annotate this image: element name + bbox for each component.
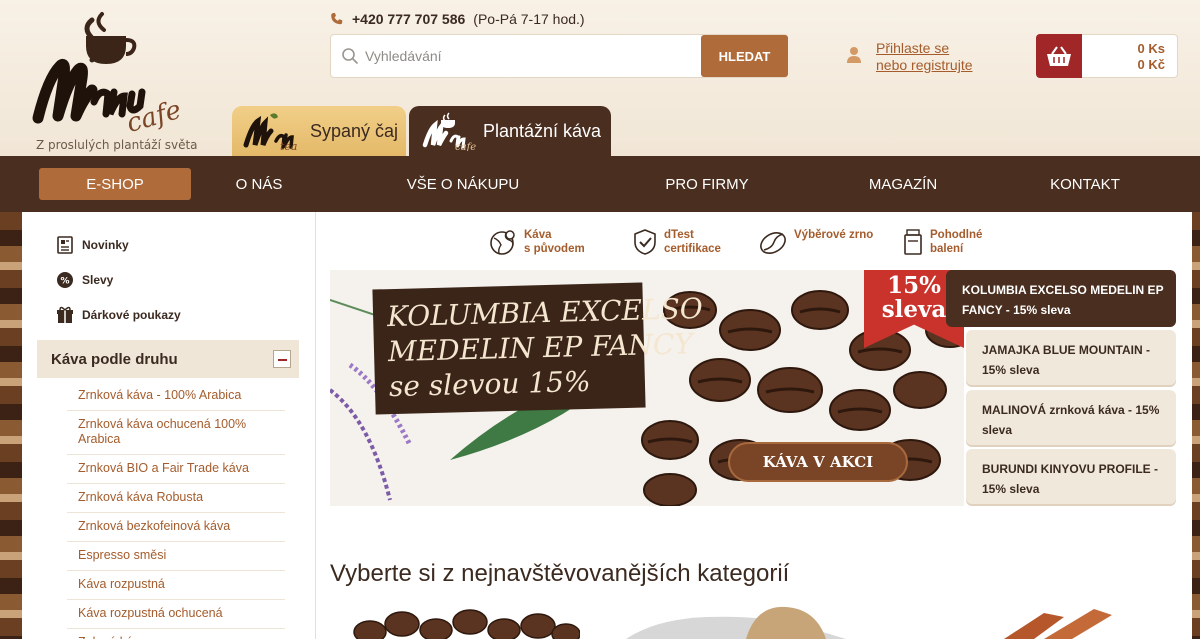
phone-icon	[331, 13, 343, 25]
user-icon	[847, 47, 861, 63]
newspaper-icon	[57, 236, 73, 254]
cart-widget[interactable]: 0 Ks 0 Kč	[1036, 34, 1178, 78]
feature-line1: Výběrové zrno	[794, 229, 874, 241]
category-item[interactable]: Zrnková bezkofeinová káva	[67, 513, 285, 542]
category-list: Zrnková káva - 100% Arabica Zrnková káva…	[67, 382, 285, 639]
category-header[interactable]: Káva podle druhu	[37, 340, 299, 378]
tab-loose-tea-label: Sypaný čaj	[310, 120, 399, 141]
svg-text:tea: tea	[280, 140, 298, 151]
search-bar: HLEDAT	[330, 34, 788, 78]
banner-cta-button[interactable]: KÁVA V AKCI	[728, 442, 908, 482]
category-item[interactable]: Káva rozpustná ochucená	[67, 600, 285, 629]
category-item[interactable]: Zrnková káva - 100% Arabica	[67, 382, 285, 411]
feature-line1: dTest	[664, 229, 694, 241]
feature-line2: certifikace	[664, 243, 721, 255]
contact-phone: +420 777 707 586 (Po-Pá 7-17 hod.)	[330, 11, 585, 27]
account-login: Přihlaste se nebo registrujte	[846, 40, 973, 74]
percent-icon: %	[57, 272, 73, 288]
register-link[interactable]: nebo registrujte	[876, 57, 973, 74]
category-item[interactable]: Káva rozpustná	[67, 571, 285, 600]
sidebar-link-label: Dárkové poukazy	[82, 308, 181, 322]
svg-text:cafe: cafe	[455, 142, 476, 151]
category-thumb-cinnamon[interactable]	[994, 604, 1134, 639]
package-icon	[904, 229, 922, 255]
sidebar-link-label: Slevy	[82, 273, 114, 287]
search-button[interactable]: HLEDAT	[701, 35, 788, 77]
collapse-icon[interactable]	[273, 350, 291, 368]
category-item[interactable]: Zrnková BIO a Fair Trade káva	[67, 455, 285, 484]
category-thumb-beans[interactable]	[340, 604, 580, 639]
sidebar: Novinky % Slevy Dárkové poukazy Káva pod…	[22, 212, 316, 639]
category-item[interactable]: Espresso směsi	[67, 542, 285, 571]
logo[interactable]: cafe Z proslulých plantáží světa	[30, 6, 200, 152]
manu-cafe-logo-icon: cafe	[422, 112, 476, 151]
search-input[interactable]	[365, 35, 695, 77]
feature-origin: Káva s původem	[488, 228, 585, 256]
cart-summary: 0 Ks 0 Kč	[1138, 41, 1165, 73]
feature-dtest: dTest certifikace	[632, 228, 721, 256]
globe-pin-icon	[490, 230, 515, 255]
nav-eshop[interactable]: E-SHOP	[39, 168, 191, 200]
category-item[interactable]: Zelená káva	[67, 629, 285, 639]
promo-banner[interactable]: KOLUMBIA EXCELSO MEDELIN EP FANCY se sle…	[330, 270, 964, 506]
category-header-label: Káva podle druhu	[51, 350, 178, 368]
cart-button[interactable]	[1036, 34, 1082, 78]
nav-shopping-info[interactable]: VŠE O NÁKUPU	[388, 168, 538, 200]
search-icon	[342, 48, 358, 64]
phone-number: +420 777 707 586	[352, 11, 466, 27]
banner-slide-list: KOLUMBIA EXCELSO MEDELIN EP FANCY - 15% …	[946, 270, 1178, 506]
cart-total: 0 Kč	[1137, 57, 1165, 72]
page-content: Novinky % Slevy Dárkové poukazy Káva pod…	[22, 212, 1192, 639]
cart-count: 0 Ks	[1137, 41, 1165, 56]
slide-item[interactable]: JAMAJKA BLUE MOUNTAIN - 15% sleva	[966, 330, 1176, 387]
slide-item-active[interactable]: KOLUMBIA EXCELSO MEDELIN EP FANCY - 15% …	[946, 270, 1176, 327]
sidebar-link-label: Novinky	[82, 238, 129, 252]
banner-headline-line: MEDELIN EP FANCY	[387, 327, 694, 369]
svg-text:%: %	[60, 277, 69, 287]
tab-plantation-coffee-label: Plantážní káva	[483, 120, 602, 141]
feature-line1: Pohodlné	[930, 229, 983, 241]
phone-hours: (Po-Pá 7-17 hod.)	[473, 11, 585, 27]
feature-line2: s původem	[524, 243, 585, 255]
nav-magazine[interactable]: MAGAZÍN	[850, 168, 956, 200]
background-beans-right	[1192, 212, 1200, 639]
category-item[interactable]: Zrnková káva Robusta	[67, 484, 285, 513]
slide-item[interactable]: BURUNDI KINYOVU PROFILE - 15% sleva	[966, 449, 1176, 506]
category-item[interactable]: Zrnková káva ochucená 100% Arabica	[67, 411, 285, 455]
gift-icon	[57, 306, 73, 323]
sidebar-link-gift-vouchers[interactable]: Dárkové poukazy	[56, 306, 181, 324]
shield-check-icon	[634, 229, 656, 255]
basket-icon	[1047, 46, 1071, 66]
manu-tea-logo-icon: tea	[243, 113, 298, 151]
background-beans-left	[0, 212, 22, 639]
category-thumb-sack[interactable]	[626, 604, 866, 639]
nav-contact[interactable]: KONTAKT	[1030, 168, 1140, 200]
logo-mark: cafe	[32, 12, 185, 139]
banner-headline: KOLUMBIA EXCELSO MEDELIN EP FANCY se sle…	[372, 282, 703, 415]
logo-tagline: Z proslulých plantáží světa	[36, 138, 198, 152]
feature-selected-bean: Výběrové zrno	[758, 228, 873, 256]
sidebar-link-discounts[interactable]: % Slevy	[56, 271, 113, 289]
feature-line2: balení	[930, 243, 964, 255]
tab-plantation-coffee[interactable]: cafe Plantážní káva	[409, 106, 611, 156]
feature-line1: Káva	[524, 229, 552, 241]
banner-headline-line: se slevou 15%	[388, 364, 591, 404]
nav-about[interactable]: O NÁS	[206, 168, 312, 200]
sidebar-link-news[interactable]: Novinky	[56, 236, 129, 254]
feature-packaging: Pohodlné balení	[902, 228, 982, 256]
nav-business[interactable]: PRO FIRMY	[640, 168, 774, 200]
main-nav: E-SHOP O NÁS VŠE O NÁKUPU PRO FIRMY MAGA…	[0, 156, 1200, 212]
section-title: Vyberte si z nejnavštěvovanějších katego…	[330, 560, 790, 587]
site-header: cafe Z proslulých plantáží světa +420 77…	[0, 0, 1200, 156]
login-link[interactable]: Přihlaste se	[876, 40, 973, 57]
coffee-bean-icon	[760, 232, 786, 254]
tab-loose-tea[interactable]: tea Sypaný čaj	[232, 106, 406, 156]
slide-item[interactable]: MALINOVÁ zrnková káva - 15% sleva	[966, 390, 1176, 447]
